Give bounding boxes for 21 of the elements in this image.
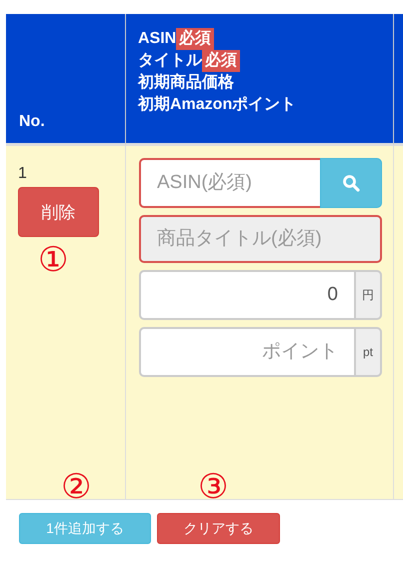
unit-label: 円 — [354, 270, 382, 320]
clear-button[interactable]: クリアする — [157, 513, 280, 544]
unit-label: pt — [354, 327, 382, 377]
annotation-number: ① — [38, 240, 68, 280]
price-field[interactable]: 0 — [139, 270, 354, 320]
search-icon — [342, 174, 360, 192]
annotation-number: ② — [61, 467, 92, 507]
row-number: 1 — [18, 164, 27, 184]
required-badge: 必須 — [176, 28, 214, 50]
search-button[interactable] — [320, 158, 382, 208]
delete-button[interactable]: 削除 — [18, 187, 99, 237]
column-header: 初期商品価格 — [138, 72, 234, 93]
required-badge: 必須 — [202, 50, 240, 72]
points-field[interactable]: ポイント — [139, 327, 354, 377]
column-header: タイトル — [138, 51, 202, 71]
add-button[interactable]: 1件追加する — [19, 513, 151, 544]
annotation-number: ③ — [198, 467, 228, 507]
column-header: 初期Amazonポイント — [138, 94, 296, 115]
asin-field[interactable]: ASIN(必須) — [139, 158, 320, 208]
column-header: ASIN — [138, 29, 176, 49]
column-header: No. — [19, 113, 45, 131]
